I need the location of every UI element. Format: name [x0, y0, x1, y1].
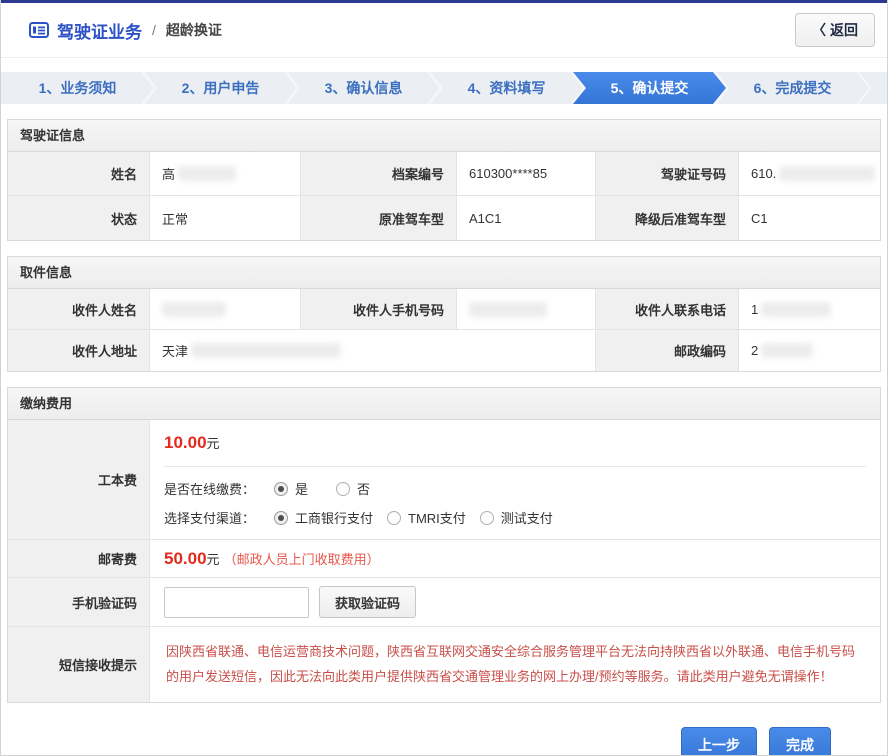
work-fee-label: 工本费	[8, 420, 150, 540]
field-label-downgraded-class: 降级后准驾车型	[596, 196, 739, 240]
field-label-name: 姓名	[8, 152, 150, 196]
online-pay-no-label: 否	[357, 479, 370, 498]
mail-fee-amount-line: 50.00元 （邮政人员上门收取费用）	[164, 549, 866, 569]
breadcrumb-separator: /	[152, 22, 156, 38]
finish-button[interactable]: 完成	[769, 727, 831, 756]
redacted-blur	[162, 302, 226, 317]
pickup-info-section-title: 取件信息	[8, 257, 880, 289]
redacted-blur	[469, 302, 547, 317]
field-value-recipient-phone: 1	[739, 289, 880, 330]
sms-code-input[interactable]	[164, 587, 309, 618]
step-6-complete-submit[interactable]: 6、完成提交	[716, 72, 869, 104]
online-pay-question-line: 是否在线缴费： 是 否	[164, 479, 866, 498]
field-value-name: 高	[150, 152, 301, 196]
page-title: 驾驶证业务	[57, 18, 142, 43]
channel-tmri-radio[interactable]: TMRI支付	[387, 508, 466, 527]
breadcrumb: 驾驶证业务 / 超龄换证	[29, 18, 222, 43]
step-4-fill-materials[interactable]: 4、资料填写	[430, 72, 583, 104]
online-pay-yes-label: 是	[295, 479, 308, 498]
channel-icbc-radio[interactable]: 工商银行支付	[274, 508, 373, 527]
pay-channel-question: 选择支付渠道：	[164, 508, 260, 527]
redacted-blur	[779, 166, 875, 181]
back-button[interactable]: 〈 返回	[795, 13, 875, 47]
pickup-info-section: 取件信息 收件人姓名 收件人手机号码 收件人联系电话 1 收件人地址 天津 邮政…	[7, 256, 881, 372]
license-info-section: 驾驶证信息 姓名 高 档案编号 610300****85 驾驶证号码 610. …	[7, 119, 881, 241]
license-menu-icon	[29, 22, 49, 38]
field-value-recipient-address: 天津	[150, 330, 596, 371]
channel-test-label: 测试支付	[501, 508, 553, 527]
redacted-blur	[761, 343, 813, 358]
field-label-recipient-name: 收件人姓名	[8, 289, 150, 330]
field-label-status: 状态	[8, 196, 150, 240]
license-info-section-title: 驾驶证信息	[8, 120, 880, 152]
redacted-blur	[191, 343, 341, 358]
page-subtitle: 超龄换证	[166, 20, 222, 40]
field-value-downgraded-class: C1	[739, 196, 880, 240]
page-header: 驾驶证业务 / 超龄换证 〈 返回	[1, 3, 887, 58]
step-2-user-declaration[interactable]: 2、用户申告	[144, 72, 297, 104]
mail-fee-note: （邮政人员上门收取费用）	[224, 552, 380, 567]
field-label-recipient-address: 收件人地址	[8, 330, 150, 371]
step-5-confirm-submit[interactable]: 5、确认提交	[573, 72, 726, 104]
license-info-table: 姓名 高 档案编号 610300****85 驾驶证号码 610. 状态 正常 …	[8, 152, 880, 240]
work-fee-amount: 10.00	[164, 433, 207, 452]
payment-table: 工本费 10.00元 是否在线缴费： 是	[8, 420, 880, 702]
redacted-blur	[178, 166, 236, 181]
field-value-status: 正常	[150, 196, 301, 240]
mail-fee-label: 邮寄费	[8, 540, 150, 578]
sms-code-label: 手机验证码	[8, 578, 150, 627]
payment-section-title: 缴纳费用	[8, 388, 880, 420]
pickup-info-table: 收件人姓名 收件人手机号码 收件人联系电话 1 收件人地址 天津 邮政编码 2	[8, 289, 880, 371]
channel-tmri-label: TMRI支付	[408, 508, 466, 527]
field-value-recipient-name	[150, 289, 301, 330]
work-fee-amount-line: 10.00元	[164, 420, 866, 467]
field-label-recipient-mobile: 收件人手机号码	[301, 289, 457, 330]
previous-step-button[interactable]: 上一步	[681, 727, 757, 756]
mail-fee-amount: 50.00	[164, 549, 207, 568]
radio-unselected-icon	[480, 511, 494, 525]
payment-options: 是否在线缴费： 是 否	[164, 467, 866, 539]
sms-notice-text: 因陕西省联通、电信运营商技术问题，陕西省互联网交通安全综合服务管理平台无法向持陕…	[164, 627, 866, 702]
field-value-original-class: A1C1	[457, 196, 596, 240]
page: 驾驶证业务 / 超龄换证 〈 返回 1、业务须知 2、用户申告 3、确认信息 4…	[0, 0, 888, 756]
field-label-archive-no: 档案编号	[301, 152, 457, 196]
radio-unselected-icon	[336, 482, 350, 496]
radio-selected-icon	[274, 482, 288, 496]
radio-unselected-icon	[387, 511, 401, 525]
radio-selected-icon	[274, 511, 288, 525]
channel-icbc-label: 工商银行支付	[295, 508, 373, 527]
field-label-license-no: 驾驶证号码	[596, 152, 739, 196]
field-value-postal-code: 2	[739, 330, 880, 371]
online-pay-yes-radio[interactable]: 是	[274, 479, 308, 498]
mail-fee-unit: 元	[207, 552, 220, 567]
footer-actions: 上一步 完成	[7, 703, 881, 756]
field-value-license-no: 610.	[739, 152, 880, 196]
field-label-postal-code: 邮政编码	[596, 330, 739, 371]
online-pay-no-radio[interactable]: 否	[336, 479, 370, 498]
chevron-left-icon: 〈	[812, 20, 826, 40]
payment-section: 缴纳费用 工本费 10.00元 是否在线缴费：	[7, 387, 881, 703]
back-button-label: 返回	[830, 20, 858, 40]
sms-notice-label: 短信接收提示	[8, 627, 150, 702]
step-1-business-notice[interactable]: 1、业务须知	[1, 72, 154, 104]
step-navigation: 1、业务须知 2、用户申告 3、确认信息 4、资料填写 5、确认提交 6、完成提…	[1, 72, 887, 104]
field-value-archive-no: 610300****85	[457, 152, 596, 196]
online-pay-question: 是否在线缴费：	[164, 479, 260, 498]
field-label-original-class: 原准驾车型	[301, 196, 457, 240]
get-sms-code-button[interactable]: 获取验证码	[319, 586, 416, 618]
field-label-recipient-phone: 收件人联系电话	[596, 289, 739, 330]
field-value-recipient-mobile	[457, 289, 596, 330]
redacted-blur	[761, 302, 831, 317]
work-fee-unit: 元	[207, 436, 220, 451]
channel-test-radio[interactable]: 测试支付	[480, 508, 553, 527]
pay-channel-question-line: 选择支付渠道： 工商银行支付 TMRI支付	[164, 508, 866, 527]
step-3-confirm-info[interactable]: 3、确认信息	[287, 72, 440, 104]
